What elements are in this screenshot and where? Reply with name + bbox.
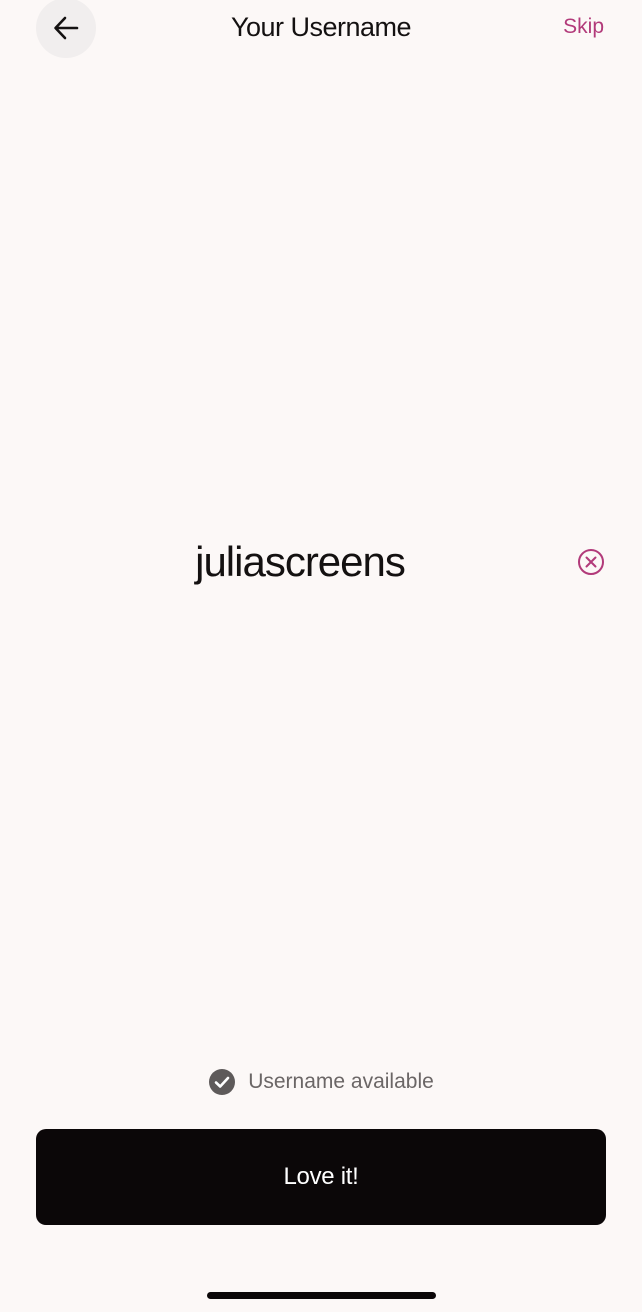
username-screen: Your Username Skip Username available Lo… bbox=[0, 0, 642, 1312]
header: Your Username Skip bbox=[0, 0, 642, 58]
check-circle-icon bbox=[209, 1069, 236, 1095]
love-it-button[interactable]: Love it! bbox=[36, 1129, 606, 1225]
page-title: Your Username bbox=[230, 12, 412, 42]
skip-button[interactable]: Skip bbox=[563, 15, 604, 39]
availability-text: Username available bbox=[248, 1070, 434, 1093]
username-field-row bbox=[0, 530, 642, 594]
love-it-button-label: Love it! bbox=[283, 1163, 359, 1190]
clear-circle-x-icon[interactable] bbox=[577, 548, 605, 576]
availability-status: Username available bbox=[0, 1066, 642, 1098]
username-input[interactable] bbox=[120, 534, 480, 590]
home-indicator bbox=[207, 1292, 436, 1299]
